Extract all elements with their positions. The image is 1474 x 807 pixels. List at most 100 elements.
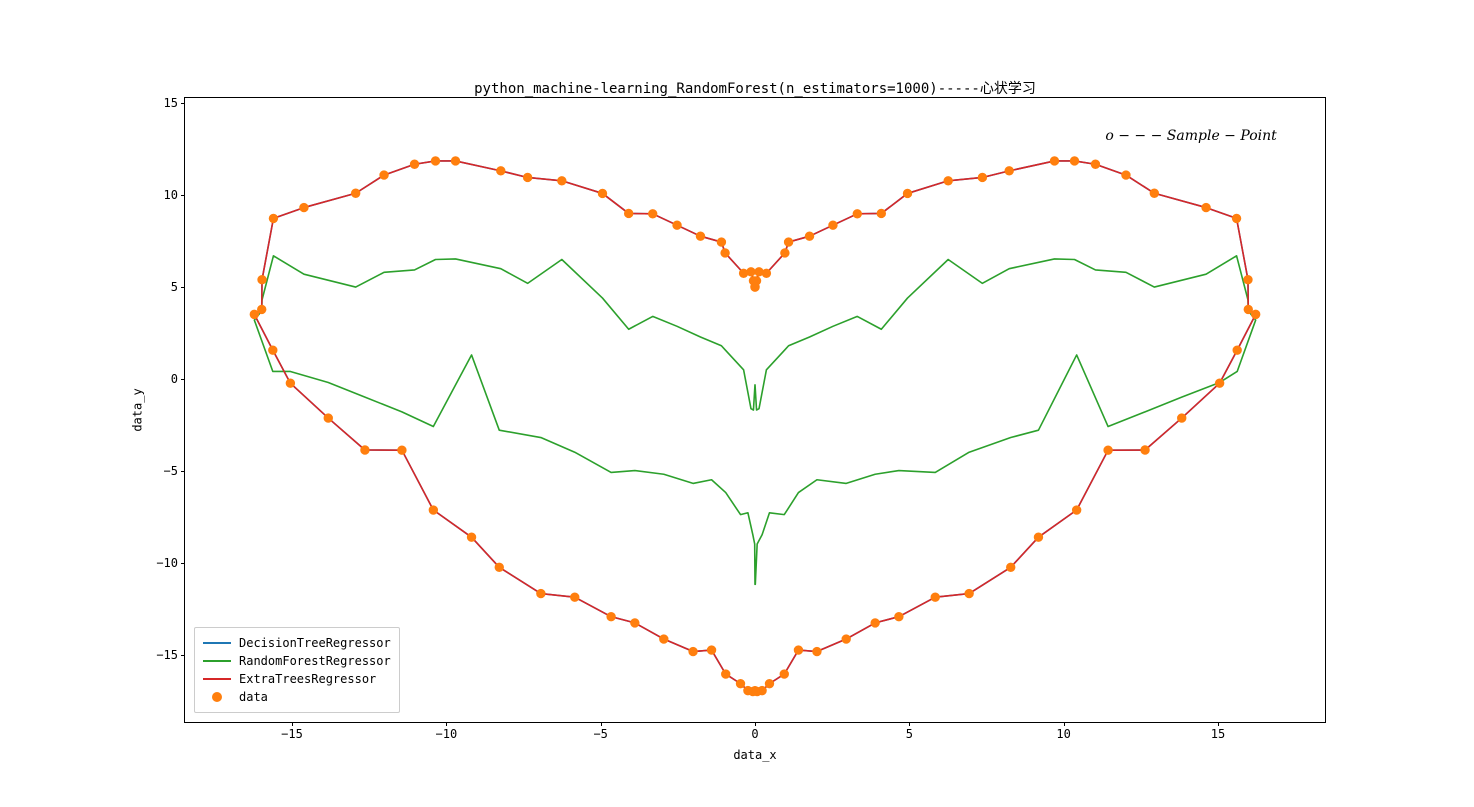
y-tick-label: 15 <box>150 96 178 110</box>
y-tick-label: −15 <box>150 648 178 662</box>
data-point <box>598 189 606 197</box>
data-point <box>1150 189 1158 197</box>
data-point <box>707 646 715 654</box>
legend-label: RandomForestRegressor <box>239 654 391 668</box>
y-tick-label: 0 <box>150 372 178 386</box>
data-point <box>537 589 545 597</box>
data-point <box>1215 379 1223 387</box>
data-point <box>523 173 531 181</box>
y-tick-label: −10 <box>150 556 178 570</box>
data-point <box>722 670 730 678</box>
data-point <box>624 209 632 217</box>
data-point <box>1244 305 1252 313</box>
y-tick-label: 10 <box>150 188 178 202</box>
data-point <box>380 171 388 179</box>
legend-entry: RandomForestRegressor <box>203 652 391 670</box>
x-tick-label: −5 <box>593 727 607 741</box>
data-point <box>747 268 755 276</box>
data-point <box>269 214 277 222</box>
data-point <box>495 563 503 571</box>
data-point <box>871 619 879 627</box>
figure: python_machine-learning_RandomForest(n_e… <box>0 0 1474 807</box>
x-tick-label: 15 <box>1211 727 1225 741</box>
data-point <box>717 238 725 246</box>
data-point <box>660 635 668 643</box>
series-DecisionTreeRegressor <box>254 161 1255 692</box>
data-point <box>965 589 973 597</box>
data-point <box>324 414 332 422</box>
data-point <box>944 177 952 185</box>
data-point <box>829 221 837 229</box>
data-point <box>1122 171 1130 179</box>
data-point <box>784 238 792 246</box>
data-point <box>269 346 277 354</box>
data-point <box>673 221 681 229</box>
data-point <box>258 275 266 283</box>
data-point <box>1072 506 1080 514</box>
x-tick-label: 5 <box>906 727 913 741</box>
data-point <box>689 647 697 655</box>
data-point <box>410 160 418 168</box>
data-point <box>649 210 657 218</box>
sample-point-annotation: o − − − Sample − Point <box>1105 128 1276 144</box>
legend-line-swatch <box>203 642 231 644</box>
legend-line-swatch <box>203 678 231 680</box>
data-point <box>765 679 773 687</box>
data-point <box>250 310 258 318</box>
data-point <box>696 232 704 240</box>
data-point <box>1251 310 1259 318</box>
data-point <box>300 203 308 211</box>
data-point <box>781 249 789 257</box>
data-point <box>631 619 639 627</box>
data-point <box>467 533 475 541</box>
data-point <box>931 593 939 601</box>
y-tick-label: 5 <box>150 280 178 294</box>
data-point <box>1007 563 1015 571</box>
legend: DecisionTreeRegressor RandomForestRegress… <box>194 627 400 713</box>
series-RandomForestRegressor <box>254 256 1255 585</box>
data-point <box>1091 160 1099 168</box>
legend-entry: DecisionTreeRegressor <box>203 634 391 652</box>
data-point <box>744 686 752 694</box>
data-point <box>429 506 437 514</box>
legend-label: DecisionTreeRegressor <box>239 636 391 650</box>
data-point <box>351 189 359 197</box>
data-point <box>607 612 615 620</box>
x-tick-label: 0 <box>751 727 758 741</box>
data-point <box>1233 346 1241 354</box>
data-point <box>903 189 911 197</box>
legend-label: ExtraTreesRegressor <box>239 672 376 686</box>
data-point <box>736 679 744 687</box>
data-point <box>1034 533 1042 541</box>
y-axis-label: data_y <box>128 97 148 723</box>
data-point <box>431 157 439 165</box>
legend-entry: ExtraTreesRegressor <box>203 670 391 688</box>
data-point <box>813 647 821 655</box>
data-point <box>1070 157 1078 165</box>
x-tick-label: −10 <box>436 727 458 741</box>
data-point <box>398 446 406 454</box>
data-point <box>853 210 861 218</box>
data-point <box>1178 414 1186 422</box>
data-point <box>877 209 885 217</box>
x-tick-label: 10 <box>1056 727 1070 741</box>
data-point <box>1141 446 1149 454</box>
legend-entry: data <box>203 688 391 706</box>
data-point <box>978 173 986 181</box>
y-tick-label: −5 <box>150 464 178 478</box>
data-point <box>451 157 459 165</box>
data-point <box>721 249 729 257</box>
data-point <box>361 446 369 454</box>
data-point <box>286 379 294 387</box>
data-point <box>762 269 770 277</box>
series-ExtraTreesRegressor <box>254 161 1255 692</box>
data-point <box>571 593 579 601</box>
chart-title: python_machine-learning_RandomForest(n_e… <box>184 78 1326 98</box>
data-point <box>1050 157 1058 165</box>
data-point <box>1104 446 1112 454</box>
data-point <box>780 670 788 678</box>
data-point <box>842 635 850 643</box>
data-point <box>895 612 903 620</box>
data-point <box>1202 203 1210 211</box>
data-point <box>794 646 802 654</box>
